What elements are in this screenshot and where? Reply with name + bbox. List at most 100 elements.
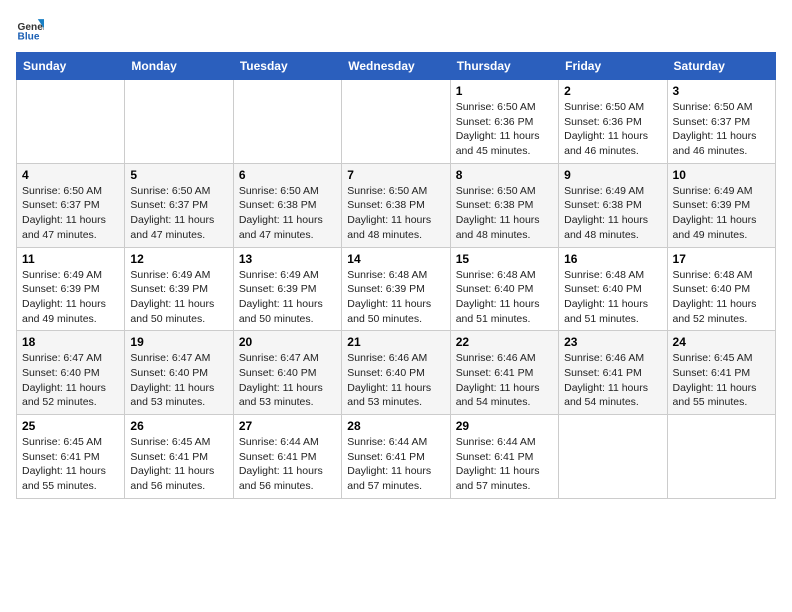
day-info: Sunrise: 6:46 AM Sunset: 6:40 PM Dayligh…: [347, 351, 444, 410]
calendar-cell: 8 Sunrise: 6:50 AM Sunset: 6:38 PM Daylig…: [450, 163, 558, 247]
calendar-cell: 17 Sunrise: 6:48 AM Sunset: 6:40 PM Dayli…: [667, 247, 775, 331]
calendar-cell: [233, 80, 341, 164]
day-number: 9: [564, 168, 661, 182]
calendar-cell: 16 Sunrise: 6:48 AM Sunset: 6:40 PM Dayli…: [559, 247, 667, 331]
day-number: 25: [22, 419, 119, 433]
calendar-cell: 20 Sunrise: 6:47 AM Sunset: 6:40 PM Dayli…: [233, 331, 341, 415]
day-info: Sunrise: 6:49 AM Sunset: 6:39 PM Dayligh…: [673, 184, 770, 243]
day-info: Sunrise: 6:45 AM Sunset: 6:41 PM Dayligh…: [22, 435, 119, 494]
day-number: 13: [239, 252, 336, 266]
day-number: 15: [456, 252, 553, 266]
calendar-cell: 21 Sunrise: 6:46 AM Sunset: 6:40 PM Dayli…: [342, 331, 450, 415]
day-info: Sunrise: 6:50 AM Sunset: 6:38 PM Dayligh…: [347, 184, 444, 243]
calendar-cell: 22 Sunrise: 6:46 AM Sunset: 6:41 PM Dayli…: [450, 331, 558, 415]
day-info: Sunrise: 6:48 AM Sunset: 6:40 PM Dayligh…: [564, 268, 661, 327]
calendar-cell: 26 Sunrise: 6:45 AM Sunset: 6:41 PM Dayli…: [125, 415, 233, 499]
day-number: 18: [22, 335, 119, 349]
calendar-cell: 15 Sunrise: 6:48 AM Sunset: 6:40 PM Dayli…: [450, 247, 558, 331]
calendar-cell: 3 Sunrise: 6:50 AM Sunset: 6:37 PM Daylig…: [667, 80, 775, 164]
weekday-header: Sunday: [17, 53, 125, 80]
day-number: 29: [456, 419, 553, 433]
day-info: Sunrise: 6:50 AM Sunset: 6:36 PM Dayligh…: [456, 100, 553, 159]
day-info: Sunrise: 6:50 AM Sunset: 6:36 PM Dayligh…: [564, 100, 661, 159]
weekday-row: SundayMondayTuesdayWednesdayThursdayFrid…: [17, 53, 776, 80]
day-number: 27: [239, 419, 336, 433]
calendar-cell: 10Sunrise: 6:49 AM Sunset: 6:39 PM Dayli…: [667, 163, 775, 247]
day-info: Sunrise: 6:50 AM Sunset: 6:37 PM Dayligh…: [673, 100, 770, 159]
day-info: Sunrise: 6:50 AM Sunset: 6:38 PM Dayligh…: [456, 184, 553, 243]
logo-icon: General Blue: [16, 16, 44, 44]
day-info: Sunrise: 6:50 AM Sunset: 6:37 PM Dayligh…: [22, 184, 119, 243]
day-info: Sunrise: 6:48 AM Sunset: 6:40 PM Dayligh…: [673, 268, 770, 327]
weekday-header: Thursday: [450, 53, 558, 80]
calendar-cell: 27 Sunrise: 6:44 AM Sunset: 6:41 PM Dayli…: [233, 415, 341, 499]
calendar-cell: 25 Sunrise: 6:45 AM Sunset: 6:41 PM Dayli…: [17, 415, 125, 499]
calendar-cell: [667, 415, 775, 499]
day-info: Sunrise: 6:49 AM Sunset: 6:39 PM Dayligh…: [239, 268, 336, 327]
calendar-cell: 6Sunrise: 6:50 AM Sunset: 6:38 PM Daylig…: [233, 163, 341, 247]
day-info: Sunrise: 6:46 AM Sunset: 6:41 PM Dayligh…: [456, 351, 553, 410]
day-info: Sunrise: 6:49 AM Sunset: 6:39 PM Dayligh…: [22, 268, 119, 327]
day-number: 24: [673, 335, 770, 349]
day-info: Sunrise: 6:49 AM Sunset: 6:39 PM Dayligh…: [130, 268, 227, 327]
calendar-table: SundayMondayTuesdayWednesdayThursdayFrid…: [16, 52, 776, 499]
weekday-header: Wednesday: [342, 53, 450, 80]
calendar-cell: 1 Sunrise: 6:50 AM Sunset: 6:36 PM Daylig…: [450, 80, 558, 164]
day-number: 20: [239, 335, 336, 349]
day-number: 16: [564, 252, 661, 266]
calendar-week-row: 18 Sunrise: 6:47 AM Sunset: 6:40 PM Dayli…: [17, 331, 776, 415]
day-number: 2: [564, 84, 661, 98]
calendar-week-row: 4 Sunrise: 6:50 AM Sunset: 6:37 PM Daylig…: [17, 163, 776, 247]
calendar-cell: [17, 80, 125, 164]
day-info: Sunrise: 6:47 AM Sunset: 6:40 PM Dayligh…: [239, 351, 336, 410]
day-number: 5: [130, 168, 227, 182]
calendar-cell: 14Sunrise: 6:48 AM Sunset: 6:39 PM Dayli…: [342, 247, 450, 331]
calendar-header: SundayMondayTuesdayWednesdayThursdayFrid…: [17, 53, 776, 80]
day-number: 3: [673, 84, 770, 98]
weekday-header: Tuesday: [233, 53, 341, 80]
calendar-cell: [342, 80, 450, 164]
calendar-cell: 28Sunrise: 6:44 AM Sunset: 6:41 PM Dayli…: [342, 415, 450, 499]
day-number: 23: [564, 335, 661, 349]
day-number: 19: [130, 335, 227, 349]
calendar-cell: 29 Sunrise: 6:44 AM Sunset: 6:41 PM Dayli…: [450, 415, 558, 499]
calendar-cell: 23Sunrise: 6:46 AM Sunset: 6:41 PM Dayli…: [559, 331, 667, 415]
calendar-week-row: 1 Sunrise: 6:50 AM Sunset: 6:36 PM Daylig…: [17, 80, 776, 164]
weekday-header: Saturday: [667, 53, 775, 80]
svg-text:Blue: Blue: [18, 31, 40, 42]
calendar-cell: 7 Sunrise: 6:50 AM Sunset: 6:38 PM Daylig…: [342, 163, 450, 247]
day-info: Sunrise: 6:44 AM Sunset: 6:41 PM Dayligh…: [347, 435, 444, 494]
calendar-cell: [125, 80, 233, 164]
calendar-cell: 24 Sunrise: 6:45 AM Sunset: 6:41 PM Dayli…: [667, 331, 775, 415]
day-number: 1: [456, 84, 553, 98]
weekday-header: Friday: [559, 53, 667, 80]
calendar-cell: 13 Sunrise: 6:49 AM Sunset: 6:39 PM Dayli…: [233, 247, 341, 331]
day-number: 12: [130, 252, 227, 266]
day-info: Sunrise: 6:48 AM Sunset: 6:39 PM Dayligh…: [347, 268, 444, 327]
day-number: 22: [456, 335, 553, 349]
calendar-cell: [559, 415, 667, 499]
day-info: Sunrise: 6:44 AM Sunset: 6:41 PM Dayligh…: [456, 435, 553, 494]
day-number: 8: [456, 168, 553, 182]
day-number: 7: [347, 168, 444, 182]
calendar-cell: 11 Sunrise: 6:49 AM Sunset: 6:39 PM Dayli…: [17, 247, 125, 331]
header: General Blue: [16, 16, 776, 44]
calendar-week-row: 11 Sunrise: 6:49 AM Sunset: 6:39 PM Dayli…: [17, 247, 776, 331]
calendar-cell: 9 Sunrise: 6:49 AM Sunset: 6:38 PM Daylig…: [559, 163, 667, 247]
logo: General Blue: [16, 16, 48, 44]
day-info: Sunrise: 6:47 AM Sunset: 6:40 PM Dayligh…: [130, 351, 227, 410]
calendar-cell: 5Sunrise: 6:50 AM Sunset: 6:37 PM Daylig…: [125, 163, 233, 247]
day-info: Sunrise: 6:45 AM Sunset: 6:41 PM Dayligh…: [130, 435, 227, 494]
calendar-body: 1 Sunrise: 6:50 AM Sunset: 6:36 PM Daylig…: [17, 80, 776, 499]
day-number: 21: [347, 335, 444, 349]
day-info: Sunrise: 6:49 AM Sunset: 6:38 PM Dayligh…: [564, 184, 661, 243]
day-info: Sunrise: 6:47 AM Sunset: 6:40 PM Dayligh…: [22, 351, 119, 410]
day-info: Sunrise: 6:44 AM Sunset: 6:41 PM Dayligh…: [239, 435, 336, 494]
day-number: 4: [22, 168, 119, 182]
day-number: 11: [22, 252, 119, 266]
day-info: Sunrise: 6:48 AM Sunset: 6:40 PM Dayligh…: [456, 268, 553, 327]
day-number: 17: [673, 252, 770, 266]
day-info: Sunrise: 6:45 AM Sunset: 6:41 PM Dayligh…: [673, 351, 770, 410]
day-number: 26: [130, 419, 227, 433]
day-info: Sunrise: 6:50 AM Sunset: 6:38 PM Dayligh…: [239, 184, 336, 243]
